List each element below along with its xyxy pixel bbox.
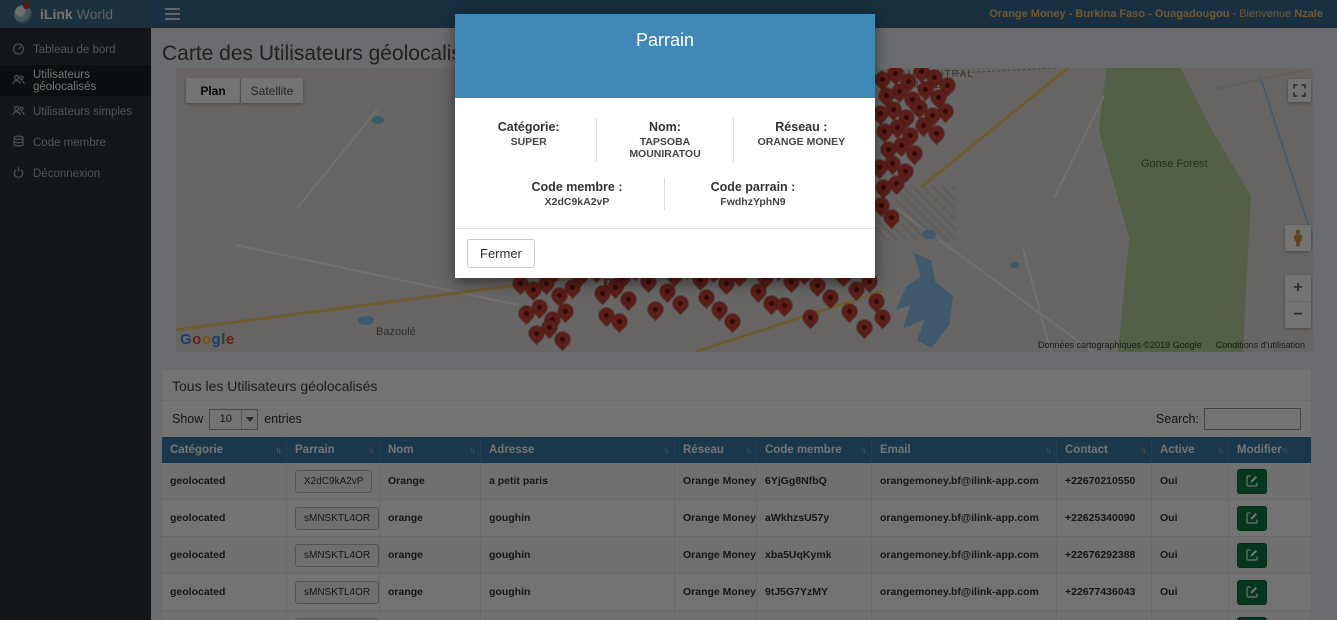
modal-header: Parrain bbox=[455, 14, 875, 98]
modal-fields-row2: Code membre :X2dC9kA2vPCode parrain :Fwd… bbox=[490, 178, 841, 210]
modal-field-code-parrain: Code parrain :FwdhzYphN9 bbox=[664, 178, 840, 210]
modal-field-code-membre: Code membre :X2dC9kA2vP bbox=[490, 178, 665, 210]
modal-title: Parrain bbox=[455, 30, 875, 51]
modal-field-cat-gorie: Catégorie:SUPER bbox=[461, 118, 596, 162]
modal-body: Catégorie:SUPERNom:TAPSOBA MOUNIRATOURés… bbox=[455, 98, 875, 228]
modal-fields-row1: Catégorie:SUPERNom:TAPSOBA MOUNIRATOURés… bbox=[461, 118, 869, 162]
parrain-modal: Parrain Catégorie:SUPERNom:TAPSOBA MOUNI… bbox=[455, 14, 875, 278]
modal-footer: Fermer bbox=[455, 228, 875, 278]
modal-field-nom: Nom:TAPSOBA MOUNIRATOU bbox=[596, 118, 732, 162]
modal-field-r-seau: Réseau :ORANGE MONEY bbox=[733, 118, 869, 162]
close-modal-button[interactable]: Fermer bbox=[467, 239, 535, 268]
